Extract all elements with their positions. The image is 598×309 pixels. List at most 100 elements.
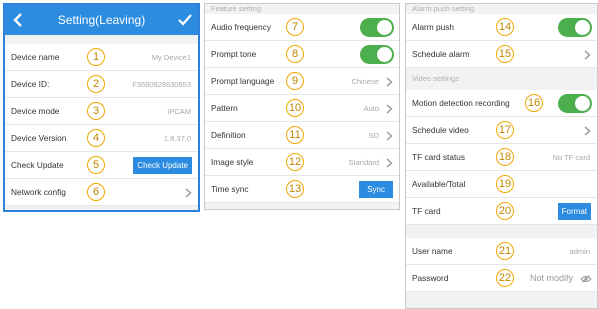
device-mode-row: Device mode 3 IPCAM xyxy=(5,98,198,125)
image-style-value: Standard xyxy=(348,157,379,167)
section-header-feature: Feature setting xyxy=(205,4,399,14)
image-style-label: Image style xyxy=(211,157,254,167)
feature-settings-panel: Feature setting Audio frequency 7 Prompt… xyxy=(204,3,400,210)
callout-marker: 1 xyxy=(87,48,105,66)
available-total-label: Available/Total xyxy=(412,179,466,189)
device-version-label: Device Version xyxy=(11,133,67,143)
password-value: Not modify xyxy=(529,273,573,283)
definition-label: Definition xyxy=(211,130,246,140)
section-header-alarm: Alarm push setting xyxy=(406,4,597,14)
motion-detection-row: Motion detection recording 16 xyxy=(406,90,597,117)
callout-marker: 4 xyxy=(87,129,105,147)
chevron-right-icon xyxy=(386,77,393,87)
device-mode-value: IPCAM xyxy=(167,106,191,116)
page-title: Setting(Leaving) xyxy=(57,13,146,27)
tf-card-status-value: No TF card xyxy=(552,152,590,162)
callout-marker: 22 xyxy=(496,269,514,287)
motion-detection-toggle[interactable] xyxy=(558,94,592,113)
device-version-value: 1.8.37.0 xyxy=(163,133,191,143)
schedule-alarm-label: Schedule alarm xyxy=(412,49,470,59)
definition-row[interactable]: Definition 11 SD xyxy=(205,122,399,149)
tf-card-status-row: TF card status 18 No TF card xyxy=(406,144,597,171)
section-gap xyxy=(406,225,597,238)
device-name-value: My Device1 xyxy=(151,52,191,62)
alarm-video-settings-panel: Alarm push setting Alarm push 14 Schedul… xyxy=(405,3,598,309)
password-row[interactable]: Password 22 Not modify xyxy=(406,265,597,292)
device-settings-panel: Setting(Leaving) Device name 1 My Device… xyxy=(3,3,200,212)
network-config-row[interactable]: Network config 6 xyxy=(5,179,198,206)
audio-frequency-label: Audio frequency xyxy=(211,22,271,32)
device-mode-label: Device mode xyxy=(11,106,60,116)
pattern-row[interactable]: Pattern 10 Auto xyxy=(205,95,399,122)
audio-frequency-toggle[interactable] xyxy=(360,18,394,37)
alarm-push-toggle[interactable] xyxy=(558,18,592,37)
tf-card-status-label: TF card status xyxy=(412,152,466,162)
check-update-button[interactable]: Check Update xyxy=(133,157,192,174)
device-id-label: Device ID: xyxy=(11,79,50,89)
prompt-tone-toggle[interactable] xyxy=(360,45,394,64)
schedule-alarm-row[interactable]: Schedule alarm 15 xyxy=(406,41,597,68)
schedule-video-row[interactable]: Schedule video 17 xyxy=(406,117,597,144)
prompt-tone-label: Prompt tone xyxy=(211,49,257,59)
password-label: Password xyxy=(412,273,449,283)
alarm-push-row: Alarm push 14 xyxy=(406,14,597,41)
definition-value: SD xyxy=(368,130,379,140)
network-config-label: Network config xyxy=(11,187,66,197)
callout-marker: 3 xyxy=(87,102,105,120)
callout-marker: 7 xyxy=(286,18,304,36)
callout-marker: 19 xyxy=(496,175,514,193)
motion-detection-label: Motion detection recording xyxy=(412,98,510,108)
chevron-right-icon xyxy=(185,188,192,198)
callout-marker: 16 xyxy=(525,94,543,112)
callout-marker: 10 xyxy=(286,99,304,117)
prompt-language-value: Chinese xyxy=(351,76,379,86)
format-button[interactable]: Format xyxy=(557,203,591,220)
device-id-value: F3690928630653 xyxy=(132,79,191,89)
callout-marker: 8 xyxy=(286,45,304,63)
image-style-row[interactable]: Image style 12 Standard xyxy=(205,149,399,176)
check-update-row: Check Update 5 Check Update xyxy=(5,152,198,179)
device-name-row[interactable]: Device name 1 My Device1 xyxy=(5,44,198,71)
time-sync-row: Time sync 13 Sync xyxy=(205,176,399,203)
chevron-left-icon[interactable] xyxy=(11,12,25,28)
callout-marker: 5 xyxy=(87,156,105,174)
callout-marker: 9 xyxy=(286,72,304,90)
check-icon[interactable] xyxy=(178,13,192,27)
prompt-tone-row: Prompt tone 8 xyxy=(205,41,399,68)
chevron-right-icon xyxy=(584,50,591,60)
user-name-value: admin xyxy=(569,246,590,256)
chevron-right-icon xyxy=(386,131,393,141)
user-name-label: User name xyxy=(412,246,453,256)
alarm-push-label: Alarm push xyxy=(412,22,454,32)
tf-card-row: TF card 20 Format xyxy=(406,198,597,225)
tf-card-label: TF card xyxy=(412,206,441,216)
device-id-row: Device ID: 2 F3690928630653 xyxy=(5,71,198,98)
callout-marker: 6 xyxy=(87,183,105,201)
callout-marker: 17 xyxy=(496,121,514,139)
pattern-value: Auto xyxy=(363,103,379,113)
chevron-right-icon xyxy=(386,104,393,114)
eye-icon[interactable] xyxy=(580,275,592,283)
user-name-row[interactable]: User name 21 admin xyxy=(406,238,597,265)
prompt-language-row[interactable]: Prompt language 9 Chinese xyxy=(205,68,399,95)
prompt-language-label: Prompt language xyxy=(211,76,275,86)
callout-marker: 15 xyxy=(496,45,514,63)
callout-marker: 14 xyxy=(496,18,514,36)
callout-marker: 13 xyxy=(286,180,304,198)
callout-marker: 2 xyxy=(87,75,105,93)
callout-marker: 21 xyxy=(496,242,514,260)
section-gap xyxy=(5,35,198,44)
callout-marker: 18 xyxy=(496,148,514,166)
sync-button[interactable]: Sync xyxy=(359,181,393,198)
schedule-video-label: Schedule video xyxy=(412,125,469,135)
time-sync-label: Time sync xyxy=(211,184,249,194)
title-bar: Setting(Leaving) xyxy=(5,5,198,35)
chevron-right-icon xyxy=(584,126,591,136)
pattern-label: Pattern xyxy=(211,103,238,113)
section-header-video: Video settings xyxy=(406,68,597,90)
device-version-row: Device Version 4 1.8.37.0 xyxy=(5,125,198,152)
audio-frequency-row: Audio frequency 7 xyxy=(205,14,399,41)
callout-marker: 12 xyxy=(286,153,304,171)
check-update-label: Check Update xyxy=(11,160,64,170)
device-name-label: Device name xyxy=(11,52,60,62)
